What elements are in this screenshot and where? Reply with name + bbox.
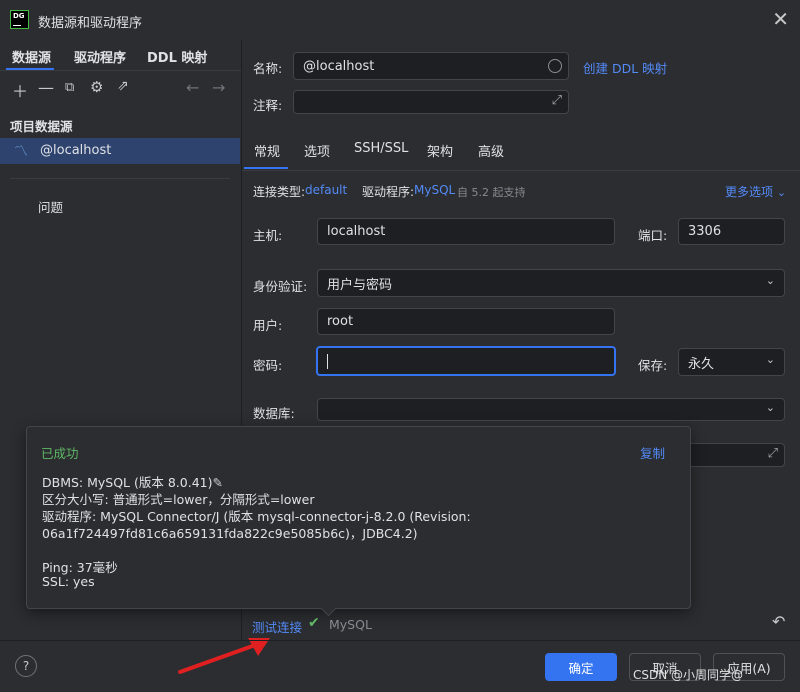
help-icon[interactable]: ? [15, 655, 37, 677]
comment-input[interactable]: ⤢ [293, 90, 569, 114]
window-title: 数据源和驱动程序 [38, 16, 143, 31]
mysql-dolphin-icon: 〽 [14, 144, 28, 160]
duplicate-icon[interactable]: ⧉ [65, 80, 74, 95]
database-select[interactable]: ⌄ [317, 398, 785, 421]
tab-general[interactable]: 常规 [254, 141, 280, 160]
checkmark-icon: ✔ [308, 615, 320, 631]
close-icon[interactable]: ✕ [772, 7, 789, 31]
connection-type-label: 连接类型: [253, 185, 306, 199]
auth-select[interactable]: 用户与密码 ⌄ [317, 269, 785, 297]
tab-ssh-ssl[interactable]: SSH/SSL [354, 141, 408, 156]
chevron-down-icon: ⌄ [765, 401, 775, 414]
driver-dropdown[interactable]: MySQL [414, 183, 455, 197]
save-label: 保存: [638, 358, 668, 373]
copy-link[interactable]: 复制 [640, 443, 665, 462]
problems-item[interactable]: 问题 [38, 197, 63, 216]
undo-icon[interactable]: ↶ [772, 612, 785, 631]
driver-note: 自 5.2 起支持 [457, 186, 526, 199]
remove-icon[interactable]: — [38, 78, 54, 97]
back-arrow-icon[interactable]: ← [186, 78, 199, 97]
settings-gear-icon[interactable]: ⚙ [90, 78, 103, 96]
color-circle-icon[interactable] [548, 59, 562, 73]
project-datasources-heading: 项目数据源 [10, 119, 73, 134]
expand-icon[interactable]: ⤢ [552, 93, 562, 108]
watermark: CSDN @小周同学@ [633, 668, 744, 682]
success-status: 已成功 [41, 446, 79, 461]
host-label: 主机: [253, 228, 283, 243]
app-logo-icon: DG [10, 10, 29, 29]
more-options-dropdown[interactable]: 更多选项 ⌄ [725, 183, 786, 200]
user-input[interactable]: root [317, 308, 615, 335]
host-input[interactable]: localhost [317, 218, 615, 245]
name-label: 名称: [253, 61, 283, 76]
tab-drivers[interactable]: 驱动程序 [74, 47, 126, 66]
forward-arrow-icon[interactable]: → [212, 78, 225, 97]
auth-label: 身份验证: [253, 279, 308, 294]
edit-pencil-icon[interactable]: ✎ [212, 475, 222, 490]
database-label: 数据库: [253, 406, 295, 421]
driver-label: 驱动程序: [362, 185, 415, 199]
datasource-label: @localhost [40, 143, 112, 158]
popup-line-ssl: SSL: yes [42, 574, 95, 589]
chevron-down-icon: ⌄ [765, 353, 775, 366]
text-cursor [327, 353, 328, 369]
save-select[interactable]: 永久 ⌄ [678, 348, 785, 376]
password-input[interactable] [316, 346, 616, 376]
port-input[interactable]: 3306 [678, 218, 785, 245]
footer-divider [0, 640, 800, 641]
open-external-icon[interactable]: ⇗ [117, 78, 129, 94]
tab-ddl-mappings[interactable]: DDL 映射 [147, 47, 207, 66]
datasource-item-localhost[interactable] [0, 138, 240, 164]
port-label: 端口: [638, 228, 668, 243]
connection-type-dropdown[interactable]: default [305, 183, 347, 197]
active-tab-underline [6, 68, 54, 70]
active-tab-underline [244, 167, 288, 169]
popup-line-revision: 06a1f724497fd81c6a659131fda822c9e5085b6c… [42, 526, 418, 541]
test-status: MySQL [329, 617, 372, 632]
tab-datasources[interactable]: 数据源 [12, 47, 51, 66]
url-input-partial[interactable]: ⤢ [680, 443, 785, 467]
add-icon[interactable]: ＋ [12, 78, 28, 102]
name-value: @localhost [303, 58, 375, 74]
create-ddl-mapping-link[interactable]: 创建 DDL 映射 [583, 58, 667, 77]
tab-schemas[interactable]: 架构 [427, 141, 453, 160]
tab-advanced[interactable]: 高级 [478, 141, 504, 160]
name-input[interactable]: @localhost [293, 52, 569, 80]
comment-label: 注释: [253, 98, 283, 113]
expand-icon[interactable]: ⤢ [768, 446, 778, 461]
password-label: 密码: [253, 358, 283, 373]
chevron-down-icon: ⌄ [765, 274, 775, 287]
divider [10, 178, 230, 179]
tab-options[interactable]: 选项 [304, 141, 330, 160]
red-arrow-annotation-icon [178, 638, 270, 674]
user-label: 用户: [253, 318, 283, 333]
ok-button[interactable]: 确定 [545, 653, 617, 681]
